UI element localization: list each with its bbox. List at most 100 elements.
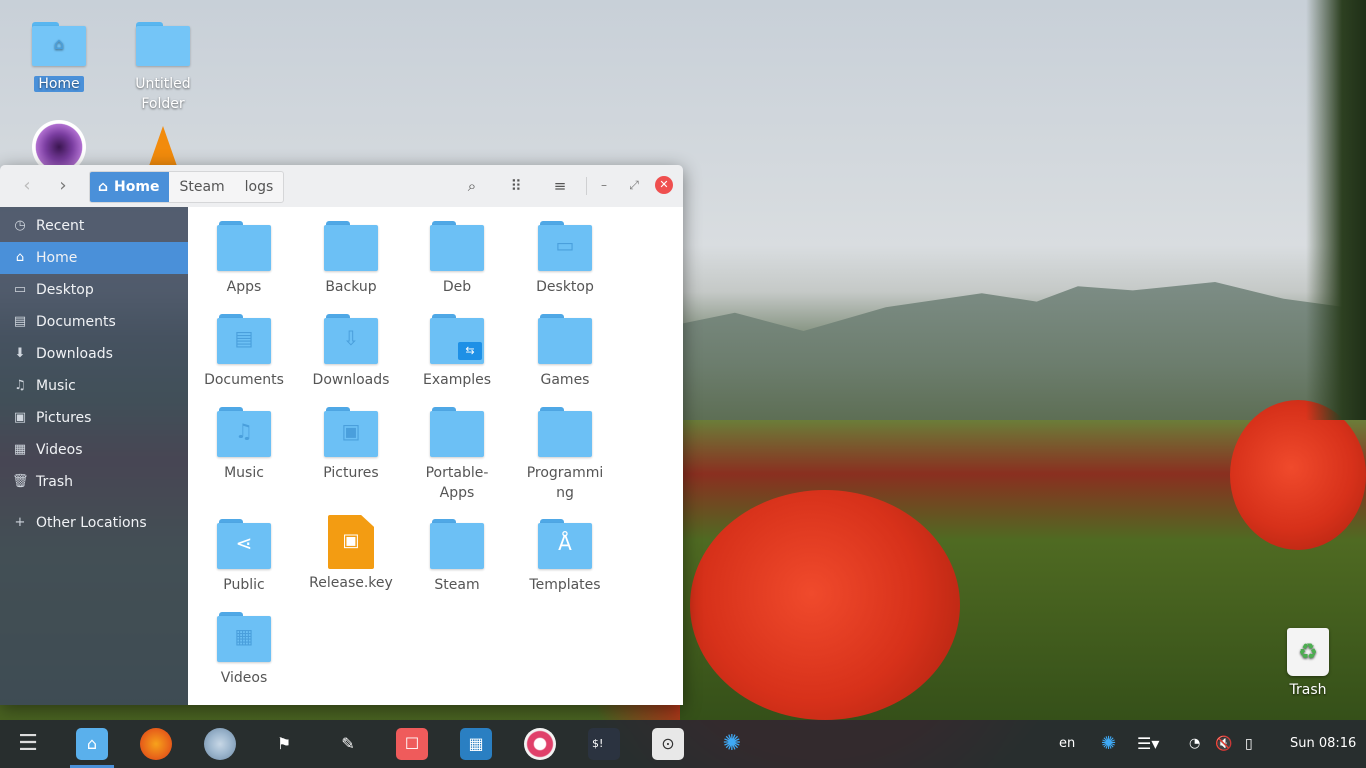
file-item-label: Templates (529, 577, 601, 593)
forward-button[interactable]: › (49, 173, 77, 199)
steam-icon: ✺ (722, 731, 742, 756)
chat-icon: ☐ (404, 734, 420, 753)
file-item-downloads[interactable]: ⇩ Downloads (301, 314, 401, 390)
taskbar-chat[interactable]: ☐ (396, 728, 428, 760)
file-item-music[interactable]: ♫ Music (194, 407, 294, 483)
sidebar-item-recent[interactable]: ◷ Recent (0, 210, 188, 242)
minimize-button[interactable]: – (595, 176, 613, 194)
language-indicator[interactable]: en (1059, 720, 1075, 768)
clock[interactable]: Sun 08:16 (1290, 720, 1356, 768)
sidebar-item-label: Music (36, 378, 76, 394)
breadcrumb-label: Home (114, 179, 160, 195)
maximize-button[interactable]: ⤢ (625, 176, 643, 194)
file-item-programming[interactable]: Programming (515, 407, 615, 503)
taskbar-steam[interactable]: ✺ (716, 728, 748, 760)
taskbar-disks[interactable]: ⊙ (652, 728, 684, 760)
terminal-icon: $! (592, 737, 604, 750)
sidebar-item-desktop[interactable]: ▭ Desktop (0, 274, 188, 306)
sidebar-item-label: Documents (36, 314, 116, 330)
network-indicator[interactable]: ◔ (1189, 720, 1200, 768)
desktop-icon-home[interactable]: ⌂ Home (14, 22, 104, 94)
taskbar-firefox[interactable] (140, 728, 172, 760)
sidebar-item-videos[interactable]: ▦ Videos (0, 434, 188, 466)
breadcrumb-steam[interactable]: Steam (169, 172, 234, 202)
taskbar-terminal[interactable]: $! (588, 728, 620, 760)
taskbar-editor[interactable]: ▦ (460, 728, 492, 760)
file-item-label: Music (224, 465, 264, 481)
taskbar-gimp[interactable]: ✎ (332, 728, 364, 760)
folder-icon (136, 22, 190, 66)
videos-icon: ▦ (13, 442, 27, 457)
app-icon: ⚑ (276, 734, 292, 753)
volume-indicator[interactable]: 🔇 (1215, 720, 1232, 768)
clock-icon: ◷ (14, 218, 26, 233)
breadcrumb-home[interactable]: ⌂ Home (90, 172, 170, 202)
folder-icon (430, 221, 484, 271)
music-icon: ♫ (14, 378, 26, 393)
plus-icon: + (14, 515, 26, 530)
file-grid: Apps Backup Deb ▭ Desktop ▤ Documents ⇩ Dow… (188, 207, 683, 705)
file-item-documents[interactable]: ▤ Documents (194, 314, 294, 390)
folder-icon (430, 519, 484, 569)
folder-icon (538, 407, 592, 457)
file-item-steam[interactable]: Steam (407, 519, 507, 595)
close-icon: ✕ (659, 178, 669, 191)
desktop-icon-untitled-folder[interactable]: Untitled Folder (118, 22, 208, 114)
sidebar-item-music[interactable]: ♫ Music (0, 370, 188, 402)
desktop-folder-icon: ▭ (538, 221, 592, 271)
taskbar-app-blue-white[interactable]: ⚑ (268, 728, 300, 760)
file-item-label: Portable-Apps (425, 465, 489, 501)
sidebar-item-pictures[interactable]: ▣ Pictures (0, 402, 188, 434)
file-item-label: Programming (526, 465, 604, 501)
tray-steam[interactable]: ✺ (1101, 720, 1116, 768)
disk-icon: ⊙ (661, 734, 675, 753)
sidebar-item-home[interactable]: ⌂ Home (0, 242, 188, 274)
chevron-right-icon: › (59, 175, 67, 196)
pictures-folder-icon: ▣ (324, 407, 378, 457)
file-item-videos[interactable]: ▦ Videos (194, 612, 294, 688)
menu-button[interactable]: ≡ (547, 174, 573, 198)
file-item-deb[interactable]: Deb (407, 221, 507, 297)
desktop-trash[interactable]: ♻ Trash (1275, 628, 1341, 698)
taskbar-settings[interactable] (524, 728, 556, 760)
music-folder-icon: ♫ (217, 407, 271, 457)
battery-indicator[interactable]: ▯ (1245, 720, 1253, 768)
desktop-icon-label: Home (34, 76, 84, 92)
search-button[interactable]: ⌕ (459, 174, 485, 198)
key-file-icon: ▣ (328, 515, 374, 569)
file-item-pictures[interactable]: ▣ Pictures (301, 407, 401, 483)
templates-folder-icon: Å (538, 519, 592, 569)
sidebar-item-trash[interactable]: 🗑 Trash (0, 466, 188, 498)
back-button[interactable]: ‹ (13, 173, 41, 199)
sidebar-item-other-locations[interactable]: + Other Locations (0, 507, 188, 539)
sidebar-item-label: Recent (36, 218, 85, 234)
file-item-public[interactable]: ⋖ Public (194, 519, 294, 595)
close-button[interactable]: ✕ (655, 176, 673, 194)
file-item-backup[interactable]: Backup (301, 221, 401, 297)
file-item-portable-apps[interactable]: Portable-Apps (407, 407, 507, 503)
editor-icon: ▦ (468, 734, 484, 753)
view-grid-button[interactable]: ⠿ (503, 174, 529, 198)
file-item-examples[interactable]: ⇆ Examples (407, 314, 507, 390)
link-icon: ⇆ (458, 342, 482, 360)
taskbar-files[interactable]: ⌂ (70, 728, 114, 768)
file-item-release-key[interactable]: ▣ Release.key (301, 515, 401, 593)
file-item-desktop[interactable]: ▭ Desktop (515, 221, 615, 297)
sidebar-item-documents[interactable]: ▤ Documents (0, 306, 188, 338)
downloads-folder-icon: ⇩ (324, 314, 378, 364)
file-item-templates[interactable]: Å Templates (515, 519, 615, 595)
sidebar-item-label: Pictures (36, 410, 92, 426)
trash-icon: 🗑 (12, 474, 29, 489)
desktop-icon-vlc[interactable] (118, 126, 208, 166)
file-item-games[interactable]: Games (515, 314, 615, 390)
sidebar-item-downloads[interactable]: ⬇ Downloads (0, 338, 188, 370)
menu-tray-icon: ☰▾ (1137, 734, 1160, 753)
app-menu-button[interactable]: ☰ (12, 728, 44, 760)
breadcrumb-logs[interactable]: logs (235, 172, 284, 202)
taskbar-chromium[interactable] (204, 728, 236, 760)
examples-folder-icon: ⇆ (430, 314, 484, 364)
sidebar-item-label: Desktop (36, 282, 94, 298)
taskbar: ☰ ⌂ ⚑ ✎ ☐ ▦ $! ⊙ ✺ en ✺ ☰▾ ◔ 🔇 ▯ Sun 08:… (0, 720, 1366, 768)
tray-menu[interactable]: ☰▾ (1137, 720, 1159, 768)
file-item-apps[interactable]: Apps (194, 221, 294, 297)
